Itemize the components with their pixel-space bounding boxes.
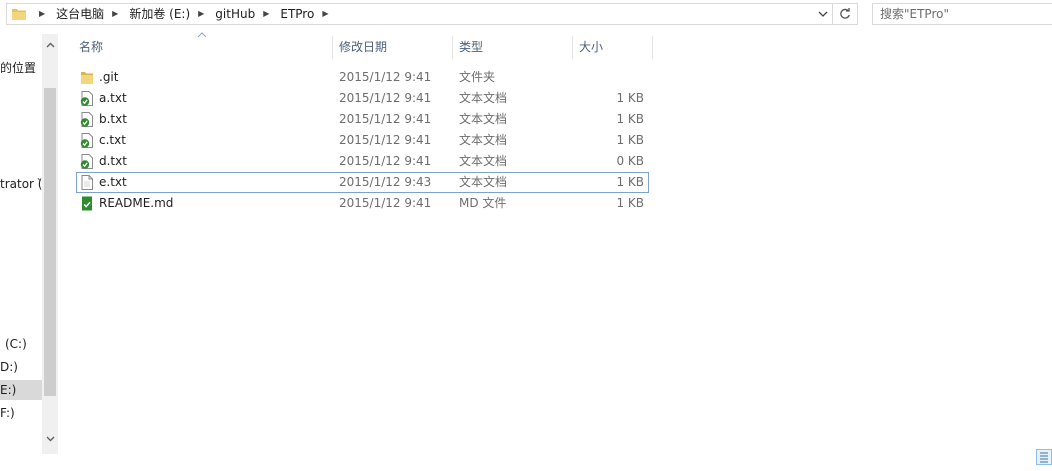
chevron-right-icon[interactable]: ▶ [263, 4, 269, 24]
column-header-name[interactable]: 名称 [79, 36, 331, 58]
details-view-button[interactable] [1036, 449, 1052, 465]
folder-icon [81, 72, 93, 84]
file-type: 文本文档 [459, 175, 508, 189]
file-type: 文本文档 [459, 112, 508, 126]
file-row-e-txt[interactable]: e.txt 2015/1/12 9:43 文本文档 1 KB [76, 172, 649, 193]
file-name: c.txt [99, 133, 126, 147]
file-type: MD 文件 [459, 196, 507, 210]
chevron-right-icon[interactable]: ▶ [39, 4, 45, 24]
file-date: 2015/1/12 9:41 [339, 133, 432, 147]
text-file-icon [81, 175, 93, 190]
breadcrumb-item-this-pc[interactable]: 这台电脑 [54, 4, 106, 24]
details-view-icon [1040, 452, 1048, 463]
file-type: 文本文档 [459, 154, 508, 168]
chevron-right-icon[interactable]: ▶ [112, 4, 118, 24]
nav-item-drive-c[interactable]: (C:) [5, 336, 27, 352]
file-date: 2015/1/12 9:43 [339, 175, 432, 189]
file-row-b-txt[interactable]: b.txt 2015/1/12 9:41 文本文档 1 KB [76, 109, 649, 130]
breadcrumb-item-github[interactable]: gitHub [213, 4, 257, 24]
scroll-up-button[interactable] [42, 36, 58, 54]
address-history-dropdown[interactable] [814, 4, 832, 24]
file-date: 2015/1/12 9:41 [339, 196, 432, 210]
column-divider[interactable] [332, 36, 333, 59]
nav-item-administrator[interactable]: trator (̀ [0, 176, 42, 192]
git-synced-md-file-icon [82, 196, 92, 211]
file-type: 文件夹 [459, 70, 496, 84]
chevron-up-icon [46, 42, 54, 48]
chevron-down-icon [818, 11, 828, 17]
file-name: a.txt [99, 91, 127, 105]
file-name: README.md [99, 196, 174, 210]
refresh-button[interactable] [833, 3, 858, 25]
file-row-d-txt[interactable]: d.txt 2015/1/12 9:41 文本文档 0 KB [76, 151, 649, 172]
git-synced-text-file-icon [80, 112, 93, 127]
file-name: e.txt [99, 175, 127, 189]
git-synced-text-file-icon [80, 91, 93, 106]
folder-icon [12, 9, 26, 20]
nav-item-drive-e[interactable]: E:) [0, 380, 42, 400]
breadcrumb: ▶ 这台电脑 ▶ 新加卷 (E:) ▶ gitHub ▶ ETPro ▶ [33, 4, 337, 24]
breadcrumb-item-etpro[interactable]: ETPro [278, 4, 316, 24]
column-divider[interactable] [572, 36, 573, 59]
scroll-thumb[interactable] [44, 88, 56, 396]
column-divider[interactable] [652, 36, 653, 59]
nav-item-drive-d[interactable]: D:) [0, 359, 18, 375]
file-date: 2015/1/12 9:41 [339, 154, 432, 168]
search-input[interactable]: 搜索"ETPro" [872, 3, 1052, 25]
file-size: 1 KB [616, 175, 644, 189]
file-row-readme-md[interactable]: README.md 2015/1/12 9:41 MD 文件 1 KB [76, 193, 649, 214]
git-synced-text-file-icon [80, 133, 93, 148]
chevron-down-icon [46, 436, 54, 442]
breadcrumb-item-drive-e[interactable]: 新加卷 (E:) [127, 4, 192, 24]
file-row-a-txt[interactable]: a.txt 2015/1/12 9:41 文本文档 1 KB [76, 88, 649, 109]
address-bar[interactable]: ▶ 这台电脑 ▶ 新加卷 (E:) ▶ gitHub ▶ ETPro ▶ [6, 3, 833, 25]
file-size: 1 KB [616, 196, 644, 210]
nav-item-drive-f[interactable]: F:) [0, 405, 15, 421]
scroll-down-button[interactable] [42, 430, 58, 448]
file-name: b.txt [99, 112, 127, 126]
file-size: 1 KB [616, 91, 644, 105]
column-header-type[interactable]: 类型 [459, 36, 571, 58]
file-size: 0 KB [616, 154, 644, 168]
file-date: 2015/1/12 9:41 [339, 91, 432, 105]
file-size: 1 KB [616, 112, 644, 126]
file-date: 2015/1/12 9:41 [339, 112, 432, 126]
file-type: 文本文档 [459, 91, 508, 105]
file-row-git[interactable]: .git 2015/1/12 9:41 文件夹 [76, 67, 649, 88]
chevron-right-icon[interactable]: ▶ [322, 4, 328, 24]
file-name: .git [99, 70, 119, 84]
column-header-size[interactable]: 大小 [579, 36, 651, 58]
chevron-right-icon[interactable]: ▶ [198, 4, 204, 24]
nav-item-recent-places[interactable]: 的位置 [0, 60, 36, 76]
refresh-icon [840, 8, 850, 19]
column-header-date[interactable]: 修改日期 [339, 36, 451, 58]
file-date: 2015/1/12 9:41 [339, 70, 432, 84]
file-size: 1 KB [616, 133, 644, 147]
file-name: d.txt [99, 154, 127, 168]
file-type: 文本文档 [459, 133, 508, 147]
git-synced-text-file-icon [80, 154, 93, 169]
file-row-c-txt[interactable]: c.txt 2015/1/12 9:41 文本文档 1 KB [76, 130, 649, 151]
column-divider[interactable] [452, 36, 453, 59]
